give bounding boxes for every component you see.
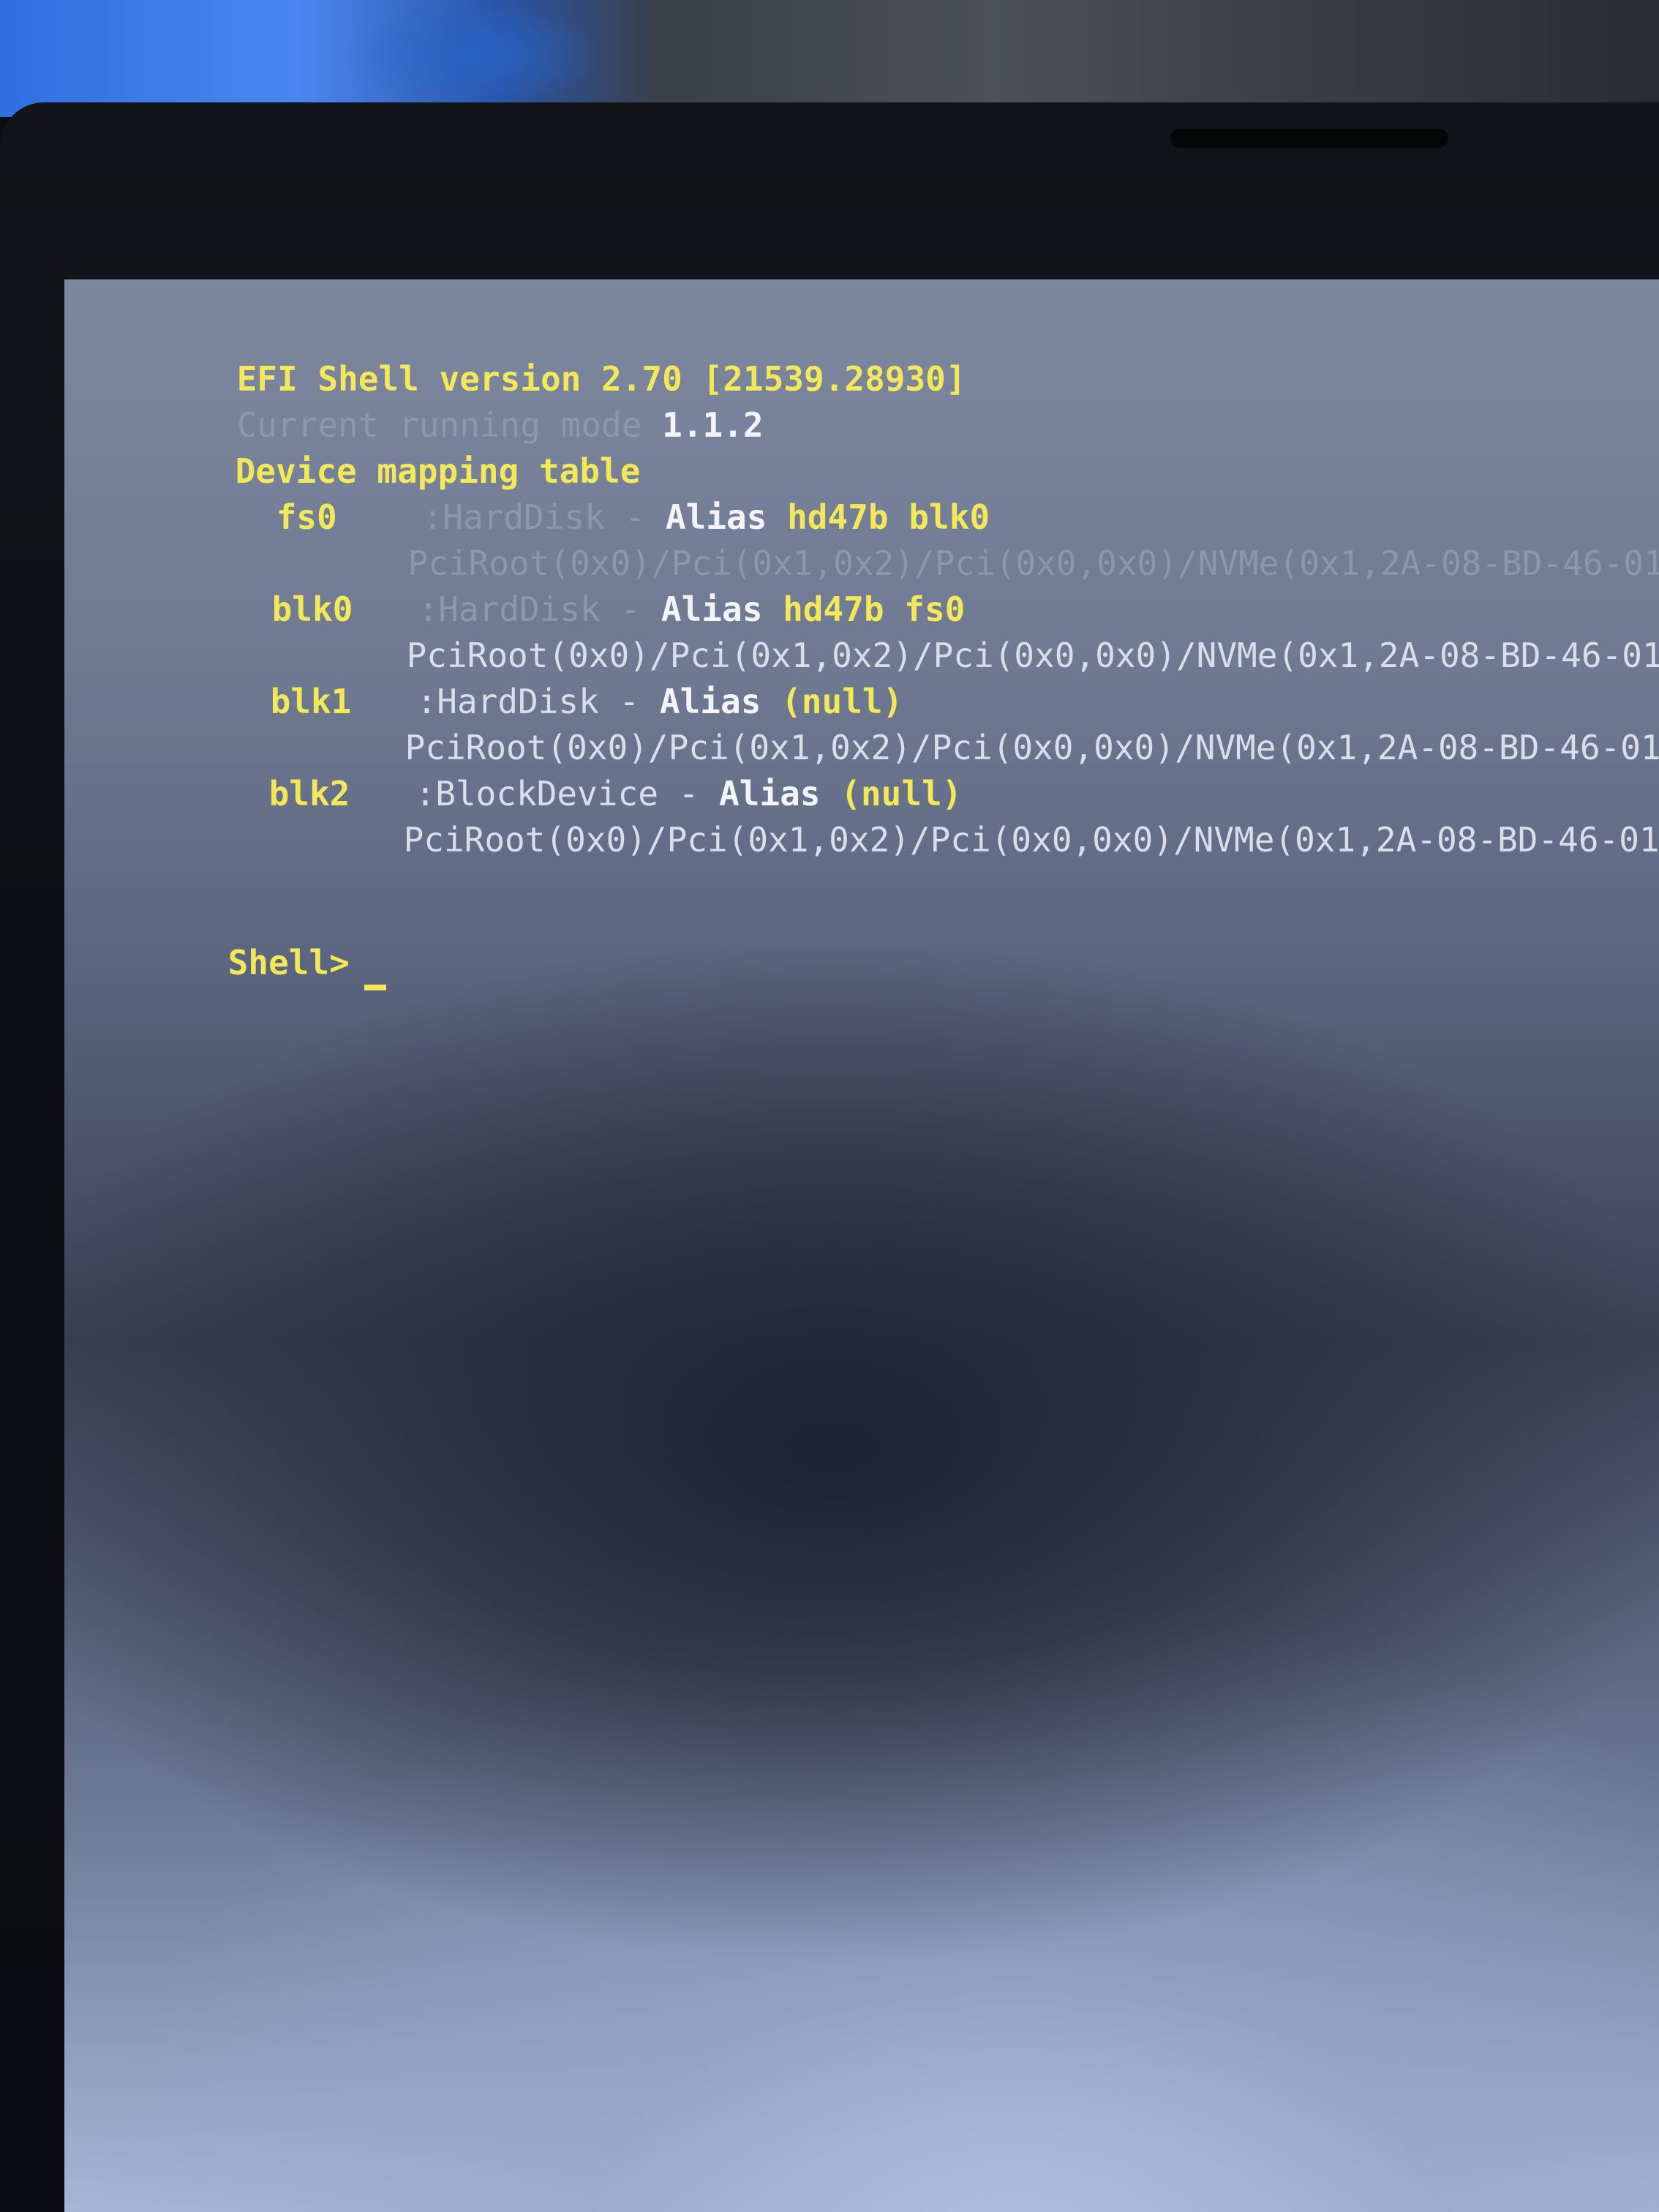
shell-version-line: EFI Shell version 2.70 [21539.28930] [75,310,966,399]
device-row-fs0: fs0:HardDisk - Alias hd47b blk0 [114,448,990,537]
background-blue-object [344,0,607,110]
shell-prompt-line[interactable]: Shell> [66,894,386,990]
mapping-table-heading-line: Device mapping table [73,402,641,491]
text-cursor[interactable] [364,985,386,990]
device-path-blk0: PciRoot(0x0)/Pci(0x1,0x2)/Pci(0x0,0x0)/N… [244,587,1659,675]
efi-shell-terminal[interactable]: EFI Shell version 2.70 [21539.28930] Cur… [64,279,1659,990]
display-screen: EFI Shell version 2.70 [21539.28930] Cur… [64,279,1659,2212]
running-mode-value: 1.1.2 [662,405,764,445]
device-path-blk1: PciRoot(0x0)/Pci(0x1,0x2)/Pci(0x0,0x0)/N… [243,679,1659,767]
device-path: PciRoot(0x0)/Pci(0x1,0x2)/Pci(0x0,0x0)/N… [403,820,1659,859]
shell-prompt: Shell> [227,943,350,982]
background-blur [0,0,1659,117]
device-row-blk2: blk2:BlockDevice - Alias (null) [107,725,963,813]
photo-frame: EFI Shell version 2.70 [21539.28930] Cur… [0,0,1659,2212]
running-mode-line: Current running mode 1.1.2 [75,356,764,445]
device-row-blk0: blk0:HardDisk - Alias hd47b fs0 [110,541,966,629]
camera-notch [1170,129,1448,148]
device-row-blk1: blk1:HardDisk - Alias (null) [108,633,903,721]
device-path-blk2: PciRoot(0x0)/Pci(0x1,0x2)/Pci(0x0,0x0)/N… [241,771,1659,859]
device-path-fs0: PciRoot(0x0)/Pci(0x1,0x2)/Pci(0x0,0x0)/N… [246,494,1659,583]
